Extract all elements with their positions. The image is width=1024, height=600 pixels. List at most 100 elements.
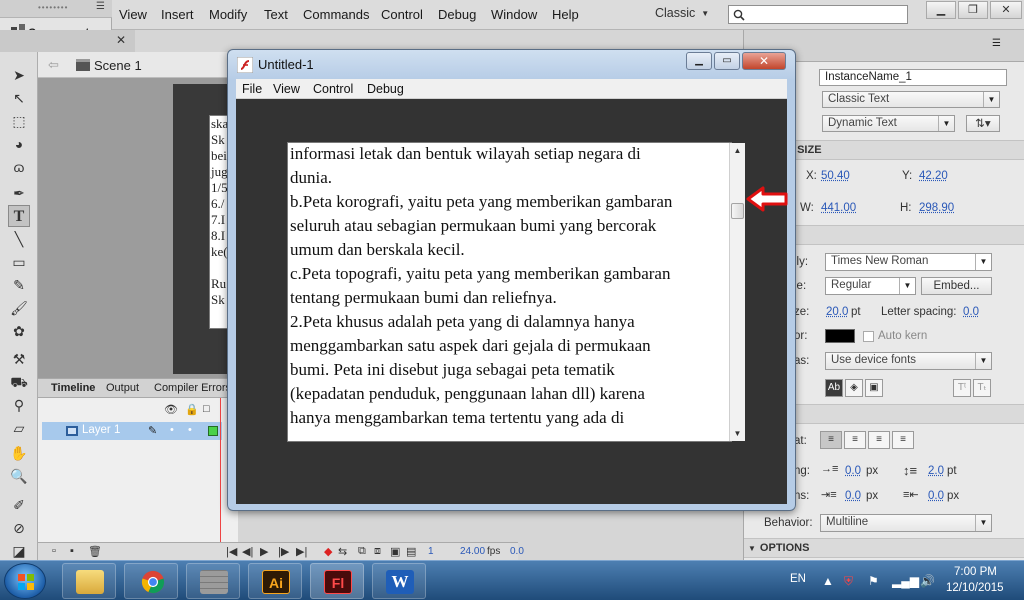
current-frame[interactable]: 1 (428, 546, 434, 557)
menu-control[interactable]: Control (381, 7, 423, 22)
font-size-value[interactable]: 20.0 (826, 306, 848, 318)
first-frame-icon[interactable]: |◀ (226, 545, 237, 558)
player-maximize-button[interactable]: ▭ (714, 52, 740, 70)
pencil-tool-icon[interactable]: ✎ (8, 274, 30, 296)
scroll-up-icon[interactable]: ▲ (730, 143, 745, 158)
taskbar-word[interactable]: W (372, 563, 426, 599)
play-icon[interactable]: ▶ (260, 545, 268, 558)
new-layer-icon[interactable]: ▫ (52, 545, 56, 557)
align-right-icon[interactable]: ≡ (868, 431, 890, 449)
stroke-color-icon[interactable]: ✐ (8, 494, 30, 516)
step-back-icon[interactable]: ◀| (242, 545, 253, 558)
antialias-select[interactable]: Use device fonts ▼ (825, 352, 992, 370)
lasso-tool-icon[interactable]: ɷ (8, 156, 30, 178)
selectable-icon[interactable]: Ab (825, 379, 843, 397)
volume-icon[interactable]: 🔊 (920, 574, 935, 588)
instance-name-field[interactable]: InstanceName_1 (819, 69, 1007, 86)
selection-tool-icon[interactable]: ➤ (8, 64, 30, 86)
player-menu-debug[interactable]: Debug (367, 82, 404, 96)
justify-icon[interactable]: ≡ (892, 431, 914, 449)
zoom-tool-icon[interactable]: 🔍 (8, 465, 30, 487)
brush-tool-icon[interactable]: 🖌 (8, 297, 30, 319)
eraser-tool-icon[interactable]: ▱ (8, 417, 30, 439)
text-scrollbar[interactable]: ▲ ▼ (729, 143, 745, 441)
maximize-button[interactable]: ❐ (958, 1, 988, 19)
show-border-icon[interactable]: ▣ (865, 379, 883, 397)
indent-value[interactable]: 0.0 (845, 465, 861, 477)
orientation-button[interactable]: ⇅▾ (966, 115, 1000, 132)
text-type-select[interactable]: Dynamic Text ▼ (822, 115, 955, 132)
bone-tool-icon[interactable]: ⚒ (8, 348, 30, 370)
loop-icon[interactable]: ⇆ (338, 545, 347, 558)
onion-skin-icon[interactable]: ⧉ (358, 545, 366, 558)
swap-colors-icon[interactable]: ◪ (8, 540, 30, 562)
layer-color-swatch[interactable] (208, 426, 218, 436)
tab-output[interactable]: Output (106, 382, 139, 394)
font-family-select[interactable]: Times New Roman ▼ (825, 253, 992, 271)
menu-help[interactable]: Help (552, 7, 579, 22)
last-frame-icon[interactable]: ▶| (296, 545, 307, 558)
deco-tool-icon[interactable]: ✿ (8, 320, 30, 342)
menu-text[interactable]: Text (264, 7, 288, 22)
auto-kern-checkbox[interactable] (863, 331, 874, 342)
lock-icon[interactable]: 🔒 (185, 403, 199, 416)
taskbar-illustrator[interactable]: Ai (248, 563, 302, 599)
taskbar-chrome[interactable] (124, 563, 178, 599)
font-style-select[interactable]: Regular ▼ (825, 277, 916, 295)
layer-row[interactable]: Layer 1 ✎ • • (42, 422, 222, 440)
panel-grip[interactable]: •••••••• ☰ (0, 0, 112, 18)
player-menu-file[interactable]: File (242, 82, 262, 96)
taskbar-explorer[interactable] (62, 563, 116, 599)
action-center-flag-icon[interactable]: ⚑ (868, 574, 879, 588)
layer-name[interactable]: Layer 1 (82, 424, 120, 436)
subscript-icon[interactable]: Tₜ (973, 379, 991, 397)
lock-dot-icon[interactable]: • (188, 424, 192, 436)
close-button[interactable]: ✕ (990, 1, 1022, 19)
panel-menu-icon[interactable]: ☰ (992, 38, 1001, 49)
clock-date[interactable]: 12/10/2015 (946, 582, 1004, 594)
taskbar-flash[interactable]: Fl (310, 563, 364, 599)
align-left-icon[interactable]: ≡ (820, 431, 842, 449)
onion-outline-icon[interactable]: ⧈ (374, 545, 381, 558)
outline-icon[interactable]: □ (203, 403, 210, 415)
text-color-swatch[interactable] (825, 329, 855, 343)
text-engine-select[interactable]: Classic Text ▼ (822, 91, 1000, 108)
help-search-input[interactable] (728, 5, 908, 24)
new-folder-icon[interactable]: ▪ (70, 545, 74, 557)
render-html-icon[interactable]: ◈ (845, 379, 863, 397)
line-tool-icon[interactable]: ╲ (8, 228, 30, 250)
align-center-icon[interactable]: ≡ (844, 431, 866, 449)
player-close-button[interactable]: ✕ (742, 52, 786, 70)
height-value[interactable]: 298.90 (919, 202, 954, 214)
superscript-icon[interactable]: Tᵗ (953, 379, 971, 397)
security-icon[interactable]: ⛨ (844, 574, 853, 589)
eye-icon[interactable]: 👁 (164, 403, 178, 416)
text-tool-icon[interactable]: T (8, 205, 30, 227)
width-value[interactable]: 441.00 (821, 202, 856, 214)
workspace-switcher[interactable]: Classic ▼ (655, 6, 709, 20)
frame-rate[interactable]: 24.00 (460, 546, 485, 557)
y-value[interactable]: 42.20 (919, 170, 948, 182)
tab-compiler-errors[interactable]: Compiler Errors (154, 382, 231, 394)
taskbar-firewall[interactable] (186, 563, 240, 599)
player-menu-view[interactable]: View (273, 82, 300, 96)
tray-expand-icon[interactable]: ▲ (822, 574, 834, 588)
menu-view[interactable]: View (119, 7, 147, 22)
letter-spacing-value[interactable]: 0.0 (963, 306, 979, 318)
x-value[interactable]: 50.40 (821, 170, 850, 182)
eyedropper-tool-icon[interactable]: ⚲ (8, 394, 30, 416)
free-transform-tool-icon[interactable]: ⬚ (8, 110, 30, 132)
3d-rotation-tool-icon[interactable]: ◕ (8, 133, 30, 155)
rectangle-tool-icon[interactable]: ▭ (8, 251, 30, 273)
menu-window[interactable]: Window (491, 7, 537, 22)
menu-commands[interactable]: Commands (303, 7, 369, 22)
close-tab-icon[interactable]: ✕ (116, 33, 126, 47)
center-frame-icon[interactable]: ◆ (324, 545, 332, 558)
menu-insert[interactable]: Insert (161, 7, 194, 22)
visible-dot-icon[interactable]: • (170, 424, 174, 436)
modify-markers-icon[interactable]: ▤ (406, 545, 416, 558)
minimize-button[interactable]: ▁ (926, 1, 956, 19)
tab-timeline[interactable]: Timeline (51, 382, 95, 394)
embed-button[interactable]: Embed... (921, 277, 992, 295)
elapsed-time[interactable]: 0.0 (510, 546, 524, 557)
